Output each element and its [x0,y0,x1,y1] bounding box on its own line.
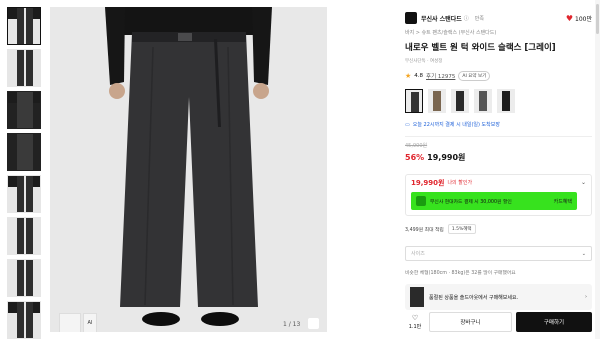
thumbnail-4[interactable] [7,133,41,171]
heart-icon: ♥ [565,13,574,23]
thumbnail-3[interactable] [7,91,41,129]
thumbnail-1[interactable] [7,7,41,45]
main-product-image[interactable]: AI 1 / 13 [50,7,327,332]
coupon-my-label: 나의 할인가 [447,180,473,186]
rating-row: ★ 4.8 후기 12975 AI 요약 보기 [405,71,592,81]
coupon-box: 19,990원 나의 할인가 ⌄ 무신사 현대카드 결제 시 30,000원 할… [405,174,592,216]
bottom-action-bar: ♡ 1.1만 장바구니 구매하기 [405,311,592,333]
brand-logo[interactable] [405,12,417,24]
sale-price: 19,990원 [427,153,466,162]
scrollbar[interactable] [595,0,600,339]
coupon-price-row[interactable]: 19,990원 나의 할인가 ⌄ [406,175,591,190]
chevron-down-icon: ⌄ [580,179,586,186]
points-tag[interactable]: 1.5%혜택 [447,224,476,234]
product-info-panel: 무신사 스탠다드 ⓘ 만족 ♥ 100만 바지 > 슈트 팬츠/슬랙스 (무신사… [405,10,592,310]
heart-outline-icon: ♡ [411,314,419,322]
look-thumbnail[interactable] [59,313,81,332]
chevron-right-icon: › [585,294,587,300]
swatch-brown[interactable] [428,89,446,113]
chevron-down-icon: ⌄ [581,250,586,257]
size-select[interactable]: 사이즈 ⌄ [405,246,592,261]
rating-value: 4.8 [414,73,424,79]
brand-row: 무신사 스탠다드 ⓘ 만족 ♥ 100만 [405,10,592,26]
discount-rate: 56% [405,153,425,162]
points-row: 3,499원 최대 적립 1.5%혜택 [405,224,592,234]
soldout-promo[interactable]: 품절된 상품을 솔드아웃에서 구매해보세요. › [405,284,592,310]
card-benefit-action: 카드혜택 [553,198,572,205]
swatch-black[interactable] [451,89,469,113]
expand-icon[interactable] [308,318,319,329]
promo-thumbnail [410,287,424,307]
swatch-gray[interactable] [405,89,423,113]
like-button[interactable]: ♡ 1.1만 [405,314,425,330]
breadcrumb[interactable]: 바지 > 슈트 팬츠/슬랙스 (무신사 스탠다드) [405,29,592,36]
brand-like-count: 100만 [575,15,592,23]
thumbnail-2[interactable] [7,49,41,87]
ai-summary-badge[interactable]: AI 요약 보기 [458,71,491,81]
coupon-price: 19,990원 [411,178,445,187]
ai-label: AI [87,320,93,326]
sub-brand: 무신사단독 · 여성정 [405,59,443,64]
color-swatches [405,89,592,113]
brand-like-button[interactable]: ♥ 100만 [566,14,592,23]
card-icon [416,196,426,206]
card-benefit-banner[interactable]: 무신사 현대카드 결제 시 30,000원 할인 카드혜택 [411,192,577,210]
promo-text: 품절된 상품을 솔드아웃에서 구매해보세요. [429,294,519,301]
like-count: 1.1만 [408,324,422,330]
price-row: 56% 19,990원 [405,152,592,163]
ai-thumbnail[interactable]: AI [83,313,97,332]
swatch-navy[interactable] [497,89,515,113]
scroll-thumb[interactable] [596,4,599,34]
size-select-placeholder: 사이즈 [411,251,425,257]
points-label: 3,499원 최대 적립 [405,227,444,233]
divider [405,136,592,137]
page-indicator: 1 / 13 [283,321,301,328]
delivery-info: ▭ 오늘 22시까지 결제 시 내일(일) 도착보장 [405,121,592,129]
thumbnail-8[interactable] [7,301,41,339]
product-title: 내로우 벨트 원 턱 와이드 슬랙스 [그레이] [405,43,556,53]
original-price: 45,900원 [405,143,428,149]
thumbnail-list [7,7,43,339]
buy-button[interactable]: 구매하기 [516,312,592,332]
brand-name[interactable]: 무신사 스탠다드 [421,14,462,23]
cart-button[interactable]: 장바구니 [429,312,512,332]
brand-tag: 만족 [474,15,484,22]
swatch-charcoal[interactable] [474,89,492,113]
card-benefit-text: 무신사 현대카드 결제 시 30,000원 할인 [430,199,512,205]
truck-icon: ▭ [405,121,410,128]
size-recommendation: 비슷한 체형(180cm · 83kg)은 32를 많이 구매했어요 [405,271,516,276]
pants-illustration [50,7,327,332]
delivery-text: 오늘 22시까지 결제 시 내일(일) 도착보장 [412,122,500,128]
thumbnail-7[interactable] [7,259,41,297]
reviews-link[interactable]: 후기 12975 [426,72,455,80]
thumbnail-6[interactable] [7,217,41,255]
star-icon: ★ [405,72,412,80]
info-icon[interactable]: ⓘ [464,15,469,22]
thumbnail-5[interactable] [7,175,41,213]
